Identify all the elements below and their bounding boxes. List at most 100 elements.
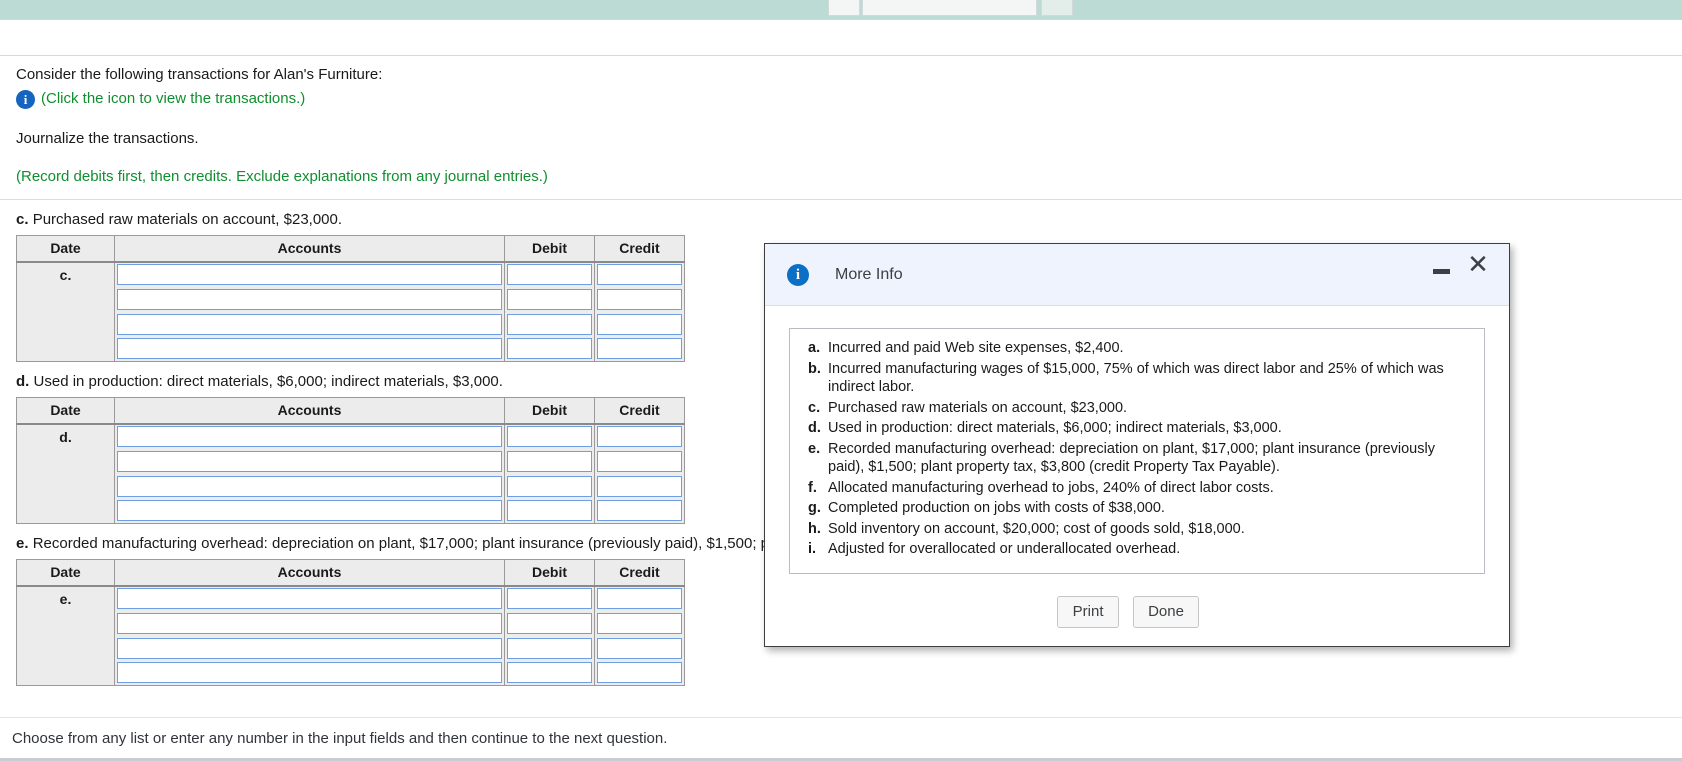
- accounts-input[interactable]: [117, 637, 502, 659]
- credit-input[interactable]: [597, 288, 682, 310]
- table-header-row: Date Accounts Debit Credit: [16, 235, 685, 263]
- column-header-accounts: Accounts: [114, 397, 505, 425]
- debit-cell: [504, 498, 595, 524]
- requirement-text-c: Purchased raw materials on account, $23,…: [32, 211, 343, 228]
- accounts-input[interactable]: [117, 450, 502, 472]
- credit-input[interactable]: [597, 612, 682, 634]
- credit-cell: [594, 286, 685, 312]
- credit-cell: [594, 473, 685, 499]
- column-header-credit: Credit: [594, 397, 685, 425]
- credit-input[interactable]: [597, 313, 682, 335]
- list-item-marker: h.: [808, 520, 821, 537]
- info-icon[interactable]: i: [16, 89, 35, 109]
- debit-input[interactable]: [507, 313, 592, 335]
- column-header-date: Date: [16, 397, 115, 425]
- debit-input[interactable]: [507, 612, 592, 634]
- accounts-input[interactable]: [117, 475, 502, 497]
- debit-cell: [504, 336, 595, 362]
- view-transactions-link-row[interactable]: i (Click the icon to view the transactio…: [16, 89, 1682, 109]
- close-icon[interactable]: ✕: [1463, 250, 1493, 280]
- debit-input[interactable]: [507, 637, 592, 659]
- date-cell: [16, 610, 115, 636]
- debit-input[interactable]: [507, 338, 592, 360]
- debit-cell: [504, 261, 595, 287]
- accounts-cell: [114, 448, 505, 474]
- list-item-text: Allocated manufacturing overhead to jobs…: [828, 479, 1274, 496]
- list-item: a. Incurred and paid Web site expenses, …: [802, 339, 1472, 358]
- toolbar-widget-right[interactable]: [1041, 0, 1073, 16]
- credit-input[interactable]: [597, 426, 682, 447]
- more-info-dialog: i More Info ✕ a. Incurred and paid Web s…: [764, 243, 1510, 647]
- table-header-row: Date Accounts Debit Credit: [16, 559, 685, 587]
- column-header-date: Date: [16, 559, 115, 587]
- date-cell: [16, 635, 115, 661]
- credit-cell: [594, 448, 685, 474]
- accounts-cell: [114, 610, 505, 636]
- debit-input[interactable]: [507, 264, 592, 285]
- list-item-text: Purchased raw materials on account, $23,…: [828, 399, 1128, 416]
- table-row: [16, 336, 685, 362]
- accounts-cell: [114, 423, 505, 449]
- accounts-input[interactable]: [117, 313, 502, 335]
- table-row: [16, 635, 685, 661]
- debit-input[interactable]: [507, 426, 592, 447]
- table-row: [16, 286, 685, 312]
- debit-input[interactable]: [507, 662, 592, 684]
- footer-hint-bar: Choose from any list or enter any number…: [0, 717, 1682, 761]
- credit-cell: [594, 610, 685, 636]
- view-transactions-label[interactable]: (Click the icon to view the transactions…: [41, 89, 305, 109]
- done-button[interactable]: Done: [1133, 595, 1199, 628]
- debit-cell: [504, 448, 595, 474]
- toolbar-widget-center[interactable]: [862, 0, 1037, 16]
- dialog-header: i More Info ✕: [765, 244, 1509, 306]
- accounts-input[interactable]: [117, 288, 502, 310]
- list-item-marker: g.: [808, 500, 821, 516]
- table-row: [16, 660, 685, 686]
- credit-input[interactable]: [597, 588, 682, 609]
- debit-cell: [504, 311, 595, 337]
- debit-input[interactable]: [507, 450, 592, 472]
- accounts-input[interactable]: [117, 662, 502, 684]
- accounts-input[interactable]: [117, 612, 502, 634]
- question-intro: Consider the following transactions for …: [16, 66, 383, 83]
- accounts-input[interactable]: [117, 500, 502, 522]
- toolbar-widget-left[interactable]: [828, 0, 860, 16]
- journalize-instruction: Journalize the transactions.: [16, 130, 199, 147]
- accounts-cell: [114, 635, 505, 661]
- debit-input[interactable]: [507, 500, 592, 522]
- transactions-list: a. Incurred and paid Web site expenses, …: [789, 328, 1485, 574]
- accounts-cell: [114, 660, 505, 686]
- credit-input[interactable]: [597, 662, 682, 684]
- accounts-input[interactable]: [117, 588, 502, 609]
- debit-input[interactable]: [507, 588, 592, 609]
- minimize-icon[interactable]: [1429, 252, 1455, 278]
- accounts-input[interactable]: [117, 426, 502, 447]
- credit-input[interactable]: [597, 500, 682, 522]
- credit-input[interactable]: [597, 637, 682, 659]
- list-item: e. Recorded manufacturing overhead: depr…: [802, 440, 1472, 477]
- credit-input[interactable]: [597, 338, 682, 360]
- accounts-input[interactable]: [117, 338, 502, 360]
- column-header-debit: Debit: [504, 235, 595, 263]
- credit-input[interactable]: [597, 450, 682, 472]
- accounts-input[interactable]: [117, 264, 502, 285]
- credit-input[interactable]: [597, 475, 682, 497]
- list-item-text: Adjusted for overallocated or underalloc…: [828, 541, 1181, 557]
- print-button[interactable]: Print: [1057, 595, 1120, 628]
- list-item: f. Allocated manufacturing overhead to j…: [802, 479, 1472, 498]
- date-cell: [16, 448, 115, 474]
- credit-cell: [594, 660, 685, 686]
- debit-cell: [504, 635, 595, 661]
- debit-input[interactable]: [507, 288, 592, 310]
- window-controls: ✕: [1429, 250, 1493, 280]
- credit-cell: [594, 423, 685, 449]
- debit-input[interactable]: [507, 475, 592, 497]
- dialog-footer: Print Done: [789, 595, 1485, 628]
- accounts-cell: [114, 311, 505, 337]
- debit-cell: [504, 473, 595, 499]
- table-row: c.: [16, 261, 685, 287]
- credit-input[interactable]: [597, 264, 682, 285]
- credit-cell: [594, 336, 685, 362]
- debit-cell: [504, 585, 595, 611]
- column-header-credit: Credit: [594, 559, 685, 587]
